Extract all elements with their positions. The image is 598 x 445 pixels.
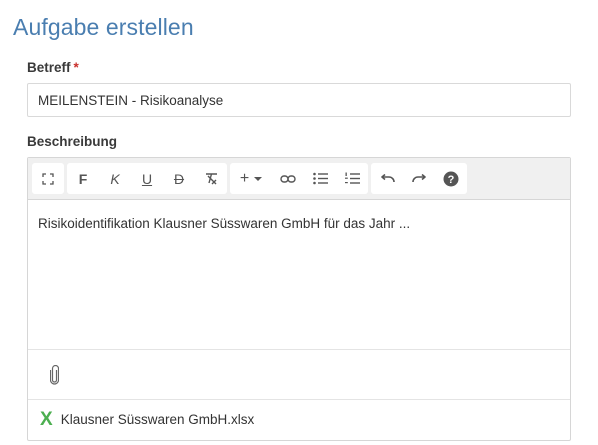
clear-format-button[interactable] <box>195 163 227 194</box>
attachment-item[interactable]: X Klausner Süsswaren GmbH.xlsx <box>28 400 570 438</box>
attach-row <box>28 350 570 400</box>
chevron-down-icon <box>254 176 263 181</box>
description-label: Beschreibung <box>27 134 118 149</box>
subject-input[interactable] <box>27 83 571 117</box>
description-editor: F K U D + ? Risikoidentifikation Klausne… <box>27 157 571 441</box>
link-button[interactable] <box>272 163 304 194</box>
clear-format-icon <box>205 173 217 185</box>
fullscreen-button[interactable] <box>32 163 64 194</box>
redo-icon <box>411 173 426 182</box>
help-icon: ? <box>443 171 459 186</box>
insert-dropdown-button[interactable]: + <box>230 163 272 194</box>
toolbar-group-view <box>32 163 64 194</box>
excel-icon: X <box>40 408 53 430</box>
attach-button[interactable] <box>45 363 63 387</box>
editor-toolbar: F K U D + ? <box>28 158 570 200</box>
bullet-list-icon <box>312 172 328 185</box>
link-icon <box>280 174 296 183</box>
redo-button[interactable] <box>403 163 435 194</box>
editor-content[interactable]: Risikoidentifikation Klausner Süsswaren … <box>28 200 570 350</box>
svg-text:?: ? <box>448 174 455 186</box>
subject-label: Betreff * <box>27 60 79 75</box>
insert-plus-label: + <box>239 169 250 187</box>
strikethrough-button[interactable]: D <box>163 163 195 194</box>
page-title: Aufgabe erstellen <box>13 14 194 40</box>
underline-button[interactable]: U <box>131 163 163 194</box>
help-button[interactable]: ? <box>435 163 467 194</box>
toolbar-group-format: F K U D <box>67 163 227 194</box>
undo-button[interactable] <box>371 163 403 194</box>
paperclip-icon <box>49 364 59 385</box>
subject-label-text: Betreff <box>27 60 71 75</box>
required-marker: * <box>73 60 79 75</box>
bullet-list-button[interactable] <box>304 163 336 194</box>
toolbar-group-insert: + <box>230 163 368 194</box>
toolbar-group-history: ? <box>371 163 467 194</box>
attachment-name[interactable]: Klausner Süsswaren GmbH.xlsx <box>61 412 255 427</box>
numbered-list-button[interactable] <box>336 163 368 194</box>
fullscreen-icon <box>42 172 54 185</box>
bold-button[interactable]: F <box>67 163 99 194</box>
italic-button[interactable]: K <box>99 163 131 194</box>
numbered-list-icon <box>344 172 360 184</box>
undo-icon <box>380 173 395 182</box>
